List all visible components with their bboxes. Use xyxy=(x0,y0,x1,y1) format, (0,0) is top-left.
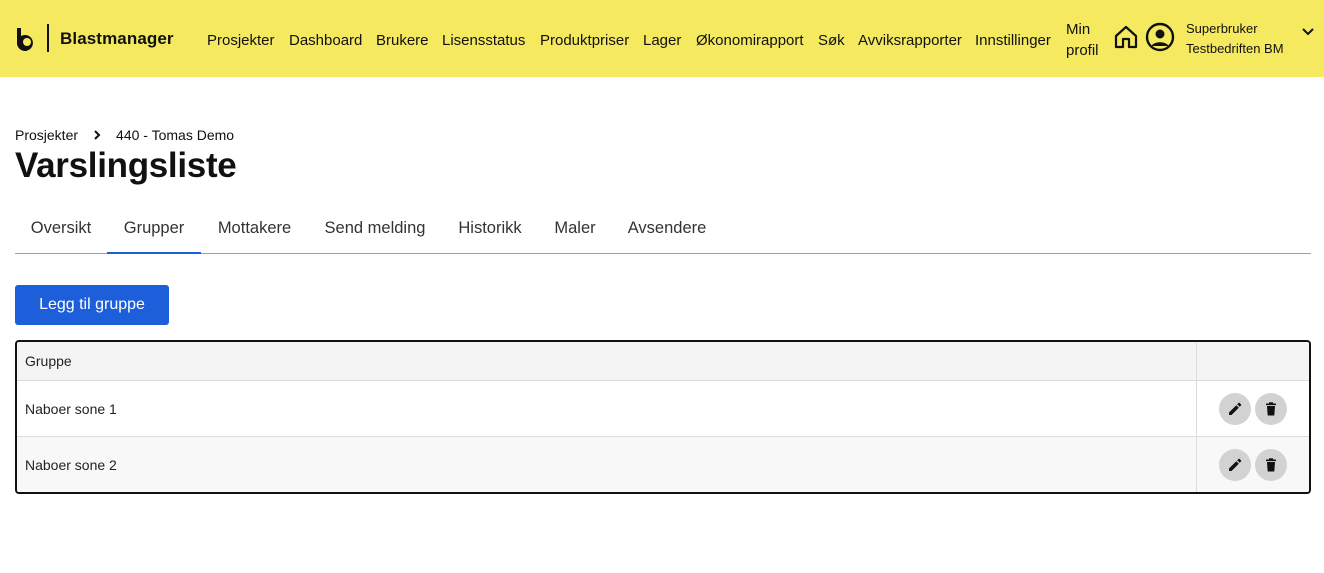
delete-icon xyxy=(1266,457,1276,471)
edit-button[interactable] xyxy=(1219,448,1251,481)
table-header-row: Gruppe xyxy=(17,342,1309,381)
nav-prosjekter[interactable]: Prosjekter xyxy=(207,32,275,49)
group-name: Naboer sone 1 xyxy=(25,400,117,417)
top-navigation-bar: Blastmanager Prosjekter Dashboard Bruker… xyxy=(0,0,1324,77)
row-actions xyxy=(1196,381,1309,436)
delete-icon xyxy=(1266,401,1276,415)
nav-brukere[interactable]: Brukere xyxy=(376,32,429,49)
row-actions xyxy=(1196,437,1309,492)
tab-oversikt[interactable]: Oversikt xyxy=(15,205,107,254)
edit-icon xyxy=(1229,402,1242,415)
group-name: Naboer sone 2 xyxy=(25,456,117,473)
brand-name[interactable]: Blastmanager xyxy=(60,29,174,49)
nav-lisensstatus[interactable]: Lisensstatus xyxy=(442,32,525,49)
delete-button[interactable] xyxy=(1255,448,1287,481)
tab-bar: Oversikt Grupper Mottakere Send melding … xyxy=(15,205,1311,254)
logo-divider xyxy=(47,24,49,52)
nav-sok[interactable]: Søk xyxy=(818,32,845,49)
breadcrumb: Prosjekter 440 - Tomas Demo xyxy=(15,127,234,143)
profile-label-line1: Min xyxy=(1066,21,1091,38)
tab-maler[interactable]: Maler xyxy=(538,205,612,254)
page-title: Varslingsliste xyxy=(15,146,237,185)
nav-lager[interactable]: Lager xyxy=(643,32,681,49)
column-header-actions xyxy=(1196,342,1309,380)
chevron-right-icon xyxy=(94,130,101,140)
table-row[interactable]: Naboer sone 1 xyxy=(17,381,1309,437)
profile-label-line2: profil xyxy=(1066,42,1099,59)
column-header-gruppe[interactable]: Gruppe xyxy=(17,342,1196,380)
add-group-button[interactable]: Legg til gruppe xyxy=(15,285,169,325)
user-company: Testbedriften BM xyxy=(1186,41,1284,56)
user-info[interactable]: Superbruker Testbedriften BM xyxy=(1186,19,1284,59)
tab-avsendere[interactable]: Avsendere xyxy=(612,205,722,254)
tab-grupper[interactable]: Grupper xyxy=(107,205,201,254)
chevron-down-icon[interactable] xyxy=(1300,26,1316,38)
nav-okonomirapport[interactable]: Økonomirapport xyxy=(696,32,804,49)
home-icon[interactable] xyxy=(1113,24,1139,50)
breadcrumb-prosjekter[interactable]: Prosjekter xyxy=(15,127,78,143)
nav-dashboard[interactable]: Dashboard xyxy=(289,32,362,49)
user-circle-icon[interactable] xyxy=(1145,22,1175,52)
breadcrumb-project[interactable]: 440 - Tomas Demo xyxy=(116,127,234,143)
logo-icon[interactable] xyxy=(14,25,40,51)
delete-button[interactable] xyxy=(1255,392,1287,425)
nav-avviksrapporter[interactable]: Avviksrapporter xyxy=(858,32,962,49)
edit-icon xyxy=(1229,458,1242,471)
tab-send-melding[interactable]: Send melding xyxy=(308,205,442,254)
tab-mottakere[interactable]: Mottakere xyxy=(201,205,308,254)
table-row[interactable]: Naboer sone 2 xyxy=(17,437,1309,492)
user-role: Superbruker xyxy=(1186,21,1258,36)
groups-table: Gruppe Naboer sone 1 Naboer sone 2 xyxy=(15,340,1311,494)
edit-button[interactable] xyxy=(1219,392,1251,425)
nav-innstillinger[interactable]: Innstillinger xyxy=(975,32,1051,49)
nav-produktpriser[interactable]: Produktpriser xyxy=(540,32,629,49)
tab-historikk[interactable]: Historikk xyxy=(442,205,538,254)
nav-min-profil[interactable]: Min profil xyxy=(1066,19,1099,61)
